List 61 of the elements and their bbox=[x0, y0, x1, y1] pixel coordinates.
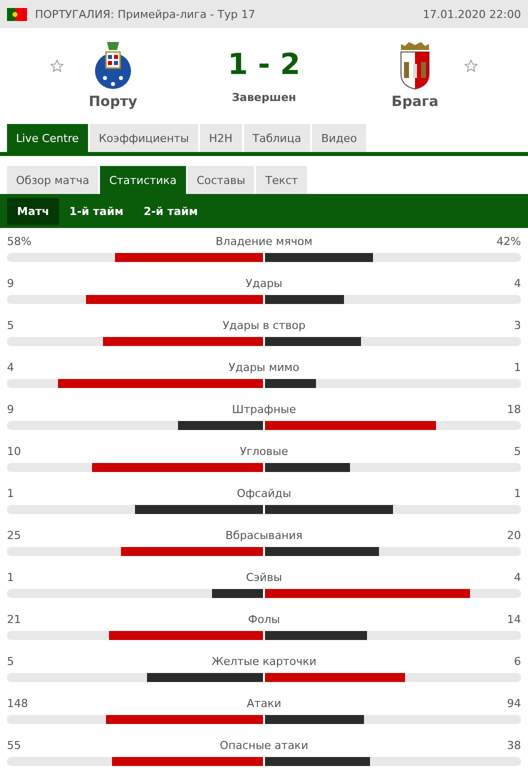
stat-label: Офсайды bbox=[236, 487, 292, 500]
stat-value: 9 bbox=[7, 277, 15, 290]
stat-label: Угловые bbox=[240, 445, 288, 458]
period-tab[interactable]: 2-й тайм bbox=[134, 198, 208, 224]
tab[interactable]: Составы bbox=[188, 166, 254, 194]
tab[interactable]: Обзор матча bbox=[7, 166, 98, 194]
stat-value: 5 bbox=[7, 655, 15, 668]
stat-value: 10 bbox=[7, 445, 22, 458]
stat-value: 4 bbox=[512, 571, 521, 584]
period-tab[interactable]: Матч bbox=[7, 198, 60, 224]
stat-value: 3 bbox=[513, 319, 521, 332]
team-name[interactable]: Порту bbox=[88, 94, 138, 110]
tab[interactable]: Таблица bbox=[244, 124, 310, 152]
stat-value: 4 bbox=[513, 277, 521, 290]
team-name[interactable]: Брага bbox=[392, 94, 438, 110]
tab[interactable]: Текст bbox=[256, 166, 307, 194]
stat-value: 42% bbox=[496, 235, 521, 248]
stat-value: 4 bbox=[7, 361, 15, 374]
stat-label: Удары в створ bbox=[222, 319, 306, 332]
match-status: Завершен bbox=[232, 91, 296, 104]
stat-value: 1 bbox=[7, 487, 15, 500]
crest-icon[interactable] bbox=[93, 40, 133, 90]
stat-value: 1 bbox=[512, 361, 521, 374]
favorite-star-icon[interactable] bbox=[50, 59, 64, 73]
stat-label: Сэйвы bbox=[246, 571, 282, 584]
stat-label: Удары bbox=[246, 277, 282, 290]
stat-value: 18 bbox=[506, 403, 521, 416]
period-tab[interactable]: 1-й тайм bbox=[59, 198, 134, 224]
stat-value: 6 bbox=[513, 655, 521, 668]
stat-value: 38 bbox=[506, 739, 521, 752]
league-title[interactable]: ПОРТУГАЛИЯ: Примейра-лига - Тур 17 bbox=[35, 8, 415, 20]
tab[interactable]: Видео bbox=[312, 124, 366, 152]
stat-value: 21 bbox=[7, 613, 22, 626]
stat-value: 1 bbox=[7, 571, 15, 584]
stat-value: 148 bbox=[7, 697, 29, 710]
stat-label: Опасные атаки bbox=[220, 739, 308, 752]
stat-value: 94 bbox=[506, 697, 521, 710]
stat-value: 20 bbox=[506, 529, 521, 542]
tab[interactable]: Live Centre bbox=[7, 124, 88, 152]
stat-label: Фолы bbox=[248, 613, 280, 626]
stat-value: 25 bbox=[7, 529, 22, 542]
match-datetime: 17.01.2020 22:00 bbox=[422, 8, 521, 20]
stat-label: Атаки bbox=[246, 697, 282, 710]
stat-value: 5 bbox=[513, 445, 521, 458]
favorite-star-icon[interactable] bbox=[464, 59, 478, 73]
stat-value: 1 bbox=[512, 487, 521, 500]
score: 1 - 2 bbox=[228, 50, 300, 79]
stat-label: Вбрасывания bbox=[226, 529, 302, 542]
stat-label: Удары мимо bbox=[228, 361, 300, 374]
tab[interactable]: H2H bbox=[200, 124, 242, 152]
stat-label: Штрафные bbox=[232, 403, 296, 416]
tab[interactable]: Статистика bbox=[100, 166, 186, 194]
stat-value: 55 bbox=[7, 739, 22, 752]
stat-value: 58% bbox=[7, 235, 32, 248]
tab[interactable]: Коэффициенты bbox=[90, 124, 198, 152]
flag-icon bbox=[7, 8, 27, 20]
stat-value: 5 bbox=[7, 319, 15, 332]
stat-label: Желтые карточки bbox=[212, 655, 316, 668]
stat-label: Владение мячом bbox=[216, 235, 312, 248]
stat-value: 9 bbox=[7, 403, 15, 416]
stat-value: 14 bbox=[506, 613, 521, 626]
